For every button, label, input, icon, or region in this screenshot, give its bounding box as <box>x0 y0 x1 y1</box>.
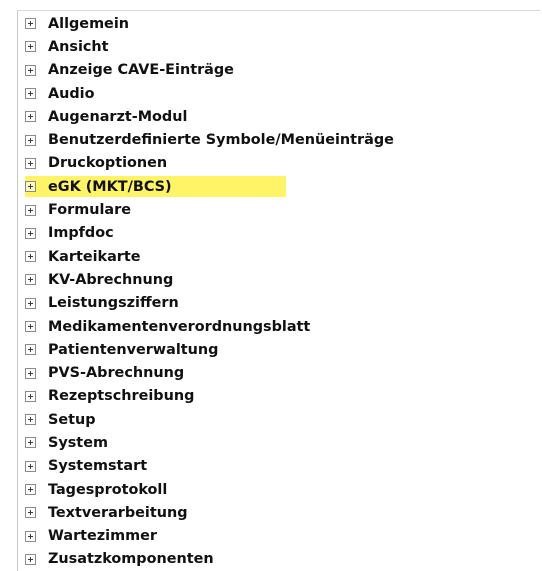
tree-item-label: Formulare <box>48 202 131 219</box>
expand-plus-icon[interactable] <box>25 344 36 356</box>
expand-plus-icon[interactable] <box>25 414 36 426</box>
tree-item-wartezimmer[interactable]: Wartezimmer <box>25 525 394 548</box>
tree-item-label: Wartezimmer <box>48 528 157 545</box>
tree-item-audio[interactable]: Audio <box>25 82 394 105</box>
tree-item-label: eGK (MKT/BCS) <box>48 178 172 195</box>
panel-top-border <box>17 10 540 11</box>
expand-plus-icon[interactable] <box>25 18 36 30</box>
tree-item-ansicht[interactable]: Ansicht <box>25 35 394 58</box>
tree-item-zusatzkomponenten[interactable]: Zusatzkomponenten <box>25 548 394 571</box>
tree-item-label: Audio <box>48 85 95 102</box>
tree-item-label: Ansicht <box>48 38 109 55</box>
tree-item-label: Setup <box>48 411 96 428</box>
tree-item-textverarbeitung[interactable]: Textverarbeitung <box>25 501 394 524</box>
settings-tree: Allgemein Ansicht Anzeige CAVE-Einträge … <box>25 12 394 571</box>
tree-item-label: Allgemein <box>48 15 129 32</box>
tree-item-label: Augenarzt-Modul <box>48 108 188 125</box>
tree-item-label: Zusatzkomponenten <box>48 551 214 568</box>
tree-item-label: Patientenverwaltung <box>48 341 219 358</box>
expand-plus-icon[interactable] <box>25 460 36 472</box>
tree-item-label: Impfdoc <box>48 225 114 242</box>
expand-plus-icon[interactable] <box>25 530 36 542</box>
tree-item-label: Textverarbeitung <box>48 504 188 521</box>
expand-plus-icon[interactable] <box>25 157 36 169</box>
expand-plus-icon[interactable] <box>25 41 36 53</box>
expand-plus-icon[interactable] <box>25 437 36 449</box>
expand-plus-icon[interactable] <box>25 251 36 263</box>
tree-item-label: System <box>48 434 108 451</box>
tree-item-label: Rezeptschreibung <box>48 388 195 405</box>
tree-item-rezeptschreibung[interactable]: Rezeptschreibung <box>25 385 394 408</box>
tree-item-druckoptionen[interactable]: Druckoptionen <box>25 152 394 175</box>
tree-item-karteikarte[interactable]: Karteikarte <box>25 245 394 268</box>
tree-item-system[interactable]: System <box>25 431 394 454</box>
expand-plus-icon[interactable] <box>25 484 36 496</box>
expand-plus-icon[interactable] <box>25 367 36 379</box>
tree-item-label: KV-Abrechnung <box>48 271 174 288</box>
expand-plus-icon[interactable] <box>25 390 36 402</box>
tree-item-label: Benutzerdefinierte Symbole/Menüeinträge <box>48 132 394 149</box>
tree-item-leistungsziffern[interactable]: Leistungsziffern <box>25 292 394 315</box>
expand-plus-icon[interactable] <box>25 553 36 565</box>
panel-left-border <box>17 10 18 571</box>
tree-item-benutzerdefinierte-symbole[interactable]: Benutzerdefinierte Symbole/Menüeinträge <box>25 128 394 151</box>
tree-item-systemstart[interactable]: Systemstart <box>25 455 394 478</box>
expand-plus-icon[interactable] <box>25 321 36 332</box>
expand-plus-icon[interactable] <box>25 227 36 239</box>
tree-item-label: Systemstart <box>48 458 148 475</box>
tree-item-setup[interactable]: Setup <box>25 408 394 431</box>
expand-plus-icon[interactable] <box>25 507 36 519</box>
tree-item-label: Anzeige CAVE-Einträge <box>48 62 234 79</box>
tree-item-label: Leistungsziffern <box>48 295 179 312</box>
tree-item-label: Medikamentenverordnungsblatt <box>48 318 311 335</box>
tree-item-patientenverwaltung[interactable]: Patientenverwaltung <box>25 338 394 361</box>
tree-item-formulare[interactable]: Formulare <box>25 198 394 221</box>
tree-item-anzeige-cave-eintraege[interactable]: Anzeige CAVE-Einträge <box>25 59 394 82</box>
tree-item-pvs-abrechnung[interactable]: PVS-Abrechnung <box>25 361 394 384</box>
tree-item-medikamentenverordnungsblatt[interactable]: Medikamentenverordnungsblatt <box>25 315 394 338</box>
expand-plus-icon[interactable] <box>25 64 36 76</box>
tree-item-label: Tagesprotokoll <box>48 481 168 498</box>
expand-plus-icon[interactable] <box>25 274 36 286</box>
tree-item-allgemein[interactable]: Allgemein <box>25 12 394 35</box>
expand-plus-icon[interactable] <box>25 204 36 216</box>
tree-item-label: Karteikarte <box>48 248 141 265</box>
tree-item-augenarzt-modul[interactable]: Augenarzt-Modul <box>25 105 394 128</box>
expand-plus-icon[interactable] <box>25 111 36 123</box>
expand-plus-icon[interactable] <box>25 297 36 309</box>
tree-item-label: PVS-Abrechnung <box>48 365 185 382</box>
tree-item-egk[interactable]: eGK (MKT/BCS) <box>25 175 394 198</box>
tree-item-impfdoc[interactable]: Impfdoc <box>25 222 394 245</box>
tree-item-kv-abrechnung[interactable]: KV-Abrechnung <box>25 268 394 291</box>
expand-plus-icon[interactable] <box>25 134 36 146</box>
expand-plus-icon[interactable] <box>25 181 36 193</box>
expand-plus-icon[interactable] <box>25 88 36 100</box>
tree-item-label: Druckoptionen <box>48 155 168 172</box>
settings-tree-panel: Allgemein Ansicht Anzeige CAVE-Einträge … <box>0 0 542 571</box>
tree-item-tagesprotokoll[interactable]: Tagesprotokoll <box>25 478 394 501</box>
